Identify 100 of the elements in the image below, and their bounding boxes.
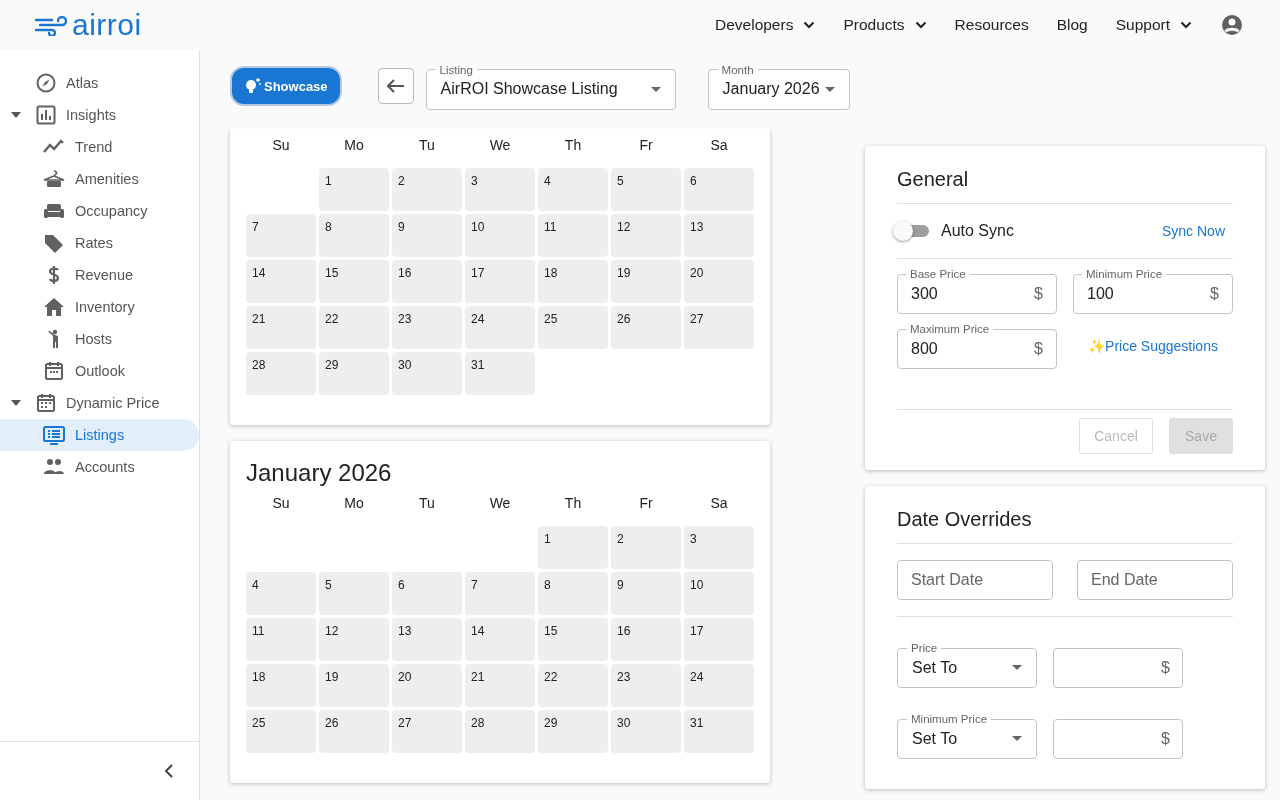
nav-link[interactable]: Blog: [1056, 16, 1088, 34]
day-cell[interactable]: 2: [392, 168, 462, 211]
day-cell[interactable]: 14: [246, 260, 316, 303]
day-cell[interactable]: 26: [611, 306, 681, 349]
day-cell[interactable]: 19: [319, 664, 389, 707]
collapse-chevron-icon[interactable]: [164, 764, 174, 778]
day-cell[interactable]: 9: [392, 214, 462, 257]
day-cell[interactable]: 6: [684, 168, 754, 211]
showcase-button[interactable]: Showcase: [230, 66, 342, 106]
day-cell[interactable]: 15: [538, 618, 608, 661]
price-field[interactable]: Minimum Price 100 $: [1073, 267, 1233, 314]
price-suggestions-link[interactable]: ✨Price Suggestions: [1088, 337, 1218, 354]
day-cell[interactable]: 1: [319, 168, 389, 211]
day-cell[interactable]: 25: [538, 306, 608, 349]
day-cell[interactable]: 17: [684, 618, 754, 661]
nav-link[interactable]: Developers: [715, 16, 816, 34]
day-cell[interactable]: 20: [392, 664, 462, 707]
day-cell[interactable]: 18: [538, 260, 608, 303]
day-cell[interactable]: 11: [538, 214, 608, 257]
day-cell[interactable]: 21: [246, 306, 316, 349]
day-cell[interactable]: 30: [611, 710, 681, 753]
day-cell[interactable]: 5: [611, 168, 681, 211]
day-cell[interactable]: 2: [611, 526, 681, 569]
day-cell[interactable]: 21: [465, 664, 535, 707]
auto-sync-switch[interactable]: [893, 221, 929, 241]
day-cell[interactable]: 29: [538, 710, 608, 753]
sidebar-item[interactable]: Atlas: [0, 67, 199, 99]
day-cell[interactable]: 31: [465, 352, 535, 395]
day-cell[interactable]: 25: [246, 710, 316, 753]
sidebar-item[interactable]: Outlook: [0, 355, 199, 387]
weekday-label: Mo: [343, 494, 365, 513]
logo-text[interactable]: airroi: [72, 8, 142, 42]
amount-field[interactable]: $: [1053, 648, 1183, 688]
day-cell[interactable]: 27: [392, 710, 462, 753]
day-cell[interactable]: 7: [246, 214, 316, 257]
nav-link[interactable]: Support: [1115, 16, 1192, 34]
day-cell[interactable]: 30: [392, 352, 462, 395]
day-cell[interactable]: 16: [392, 260, 462, 303]
day-cell[interactable]: 18: [246, 664, 316, 707]
day-cell[interactable]: 8: [538, 572, 608, 615]
day-cell[interactable]: 10: [465, 214, 535, 257]
day-cell[interactable]: 22: [538, 664, 608, 707]
nav-link[interactable]: Resources: [954, 16, 1029, 34]
day-cell[interactable]: 28: [465, 710, 535, 753]
day-cell[interactable]: 19: [611, 260, 681, 303]
list-icon: [43, 425, 65, 445]
day-cell[interactable]: 7: [465, 572, 535, 615]
day-cell[interactable]: 15: [319, 260, 389, 303]
override-select[interactable]: Price Set To: [897, 641, 1037, 688]
sidebar-item[interactable]: Accounts: [0, 451, 199, 483]
start-date-field[interactable]: Start Date: [897, 560, 1053, 600]
day-cell[interactable]: 13: [684, 214, 754, 257]
sidebar-item[interactable]: Rates: [0, 227, 199, 259]
day-cell[interactable]: 12: [319, 618, 389, 661]
weekday-label: We: [488, 136, 512, 155]
day-cell[interactable]: 29: [319, 352, 389, 395]
day-cell[interactable]: 22: [319, 306, 389, 349]
price-field[interactable]: Maximum Price 800 $: [897, 322, 1057, 369]
sidebar-item[interactable]: Revenue: [0, 259, 199, 291]
price-field[interactable]: Base Price 300 $: [897, 267, 1057, 314]
amount-field[interactable]: $: [1053, 719, 1183, 759]
day-cell[interactable]: 9: [611, 572, 681, 615]
day-cell[interactable]: 4: [246, 572, 316, 615]
sidebar-item[interactable]: Inventory: [0, 291, 199, 323]
sidebar-item[interactable]: Trend: [0, 131, 199, 163]
day-cell[interactable]: 10: [684, 572, 754, 615]
day-cell[interactable]: 3: [684, 526, 754, 569]
sidebar-item[interactable]: Dynamic Price: [0, 387, 199, 419]
day-cell[interactable]: 23: [611, 664, 681, 707]
sidebar-item[interactable]: Listings: [0, 419, 199, 451]
day-cell[interactable]: 31: [684, 710, 754, 753]
day-cell[interactable]: 26: [319, 710, 389, 753]
day-cell[interactable]: 16: [611, 618, 681, 661]
day-cell[interactable]: 28: [246, 352, 316, 395]
day-cell[interactable]: 27: [684, 306, 754, 349]
day-cell[interactable]: 11: [246, 618, 316, 661]
sync-now-link[interactable]: Sync Now: [1161, 223, 1225, 239]
day-cell[interactable]: 5: [319, 572, 389, 615]
day-cell[interactable]: 1: [538, 526, 608, 569]
day-cell[interactable]: 8: [319, 214, 389, 257]
day-cell[interactable]: 23: [392, 306, 462, 349]
end-date-field[interactable]: End Date: [1077, 560, 1233, 600]
day-cell[interactable]: 12: [611, 214, 681, 257]
day-cell[interactable]: 14: [465, 618, 535, 661]
day-cell[interactable]: 24: [684, 664, 754, 707]
sidebar-item[interactable]: Insights: [0, 99, 199, 131]
account-icon[interactable]: [1220, 13, 1244, 37]
day-cell[interactable]: 4: [538, 168, 608, 211]
day-cell[interactable]: 6: [392, 572, 462, 615]
day-cell[interactable]: 17: [465, 260, 535, 303]
day-cell[interactable]: 20: [684, 260, 754, 303]
day-cell[interactable]: 3: [465, 168, 535, 211]
sidebar-item[interactable]: Hosts: [0, 323, 199, 355]
override-select[interactable]: Minimum Price Set To: [897, 712, 1037, 759]
sidebar-item[interactable]: Occupancy: [0, 195, 199, 227]
day-cell[interactable]: 24: [465, 306, 535, 349]
sidebar-item[interactable]: Amenities: [0, 163, 199, 195]
day-cell[interactable]: 13: [392, 618, 462, 661]
back-button[interactable]: [377, 68, 414, 104]
nav-link[interactable]: Products: [843, 16, 927, 34]
